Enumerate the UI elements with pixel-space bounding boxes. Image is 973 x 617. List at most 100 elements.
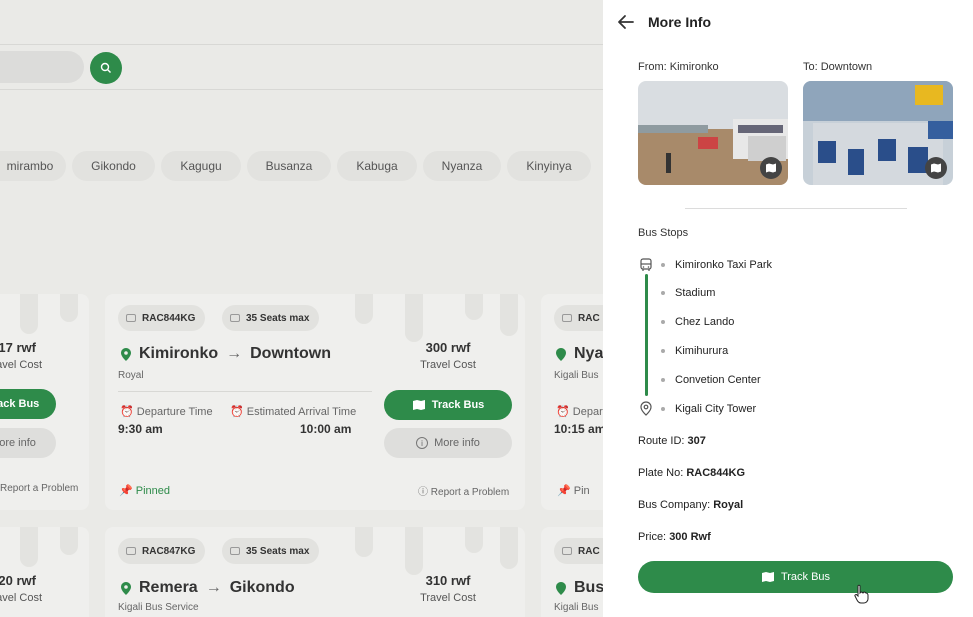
plate-badge: RAC844KG [118, 305, 206, 331]
map-icon [761, 572, 774, 582]
more-info-label: More info [434, 437, 480, 449]
bus-company: Royal [118, 370, 144, 381]
route-from: Bus [574, 579, 605, 596]
more-info-panel: More Info From: Kimironko To: Downtown B… [603, 0, 973, 617]
search-icon [100, 62, 111, 73]
location-pin-icon [556, 347, 566, 361]
more-info-label: More info [0, 437, 36, 449]
track-bus-button[interactable]: Track Bus [0, 389, 56, 419]
location-pin-icon [640, 401, 652, 416]
hand-cursor-icon [854, 584, 869, 604]
more-info-button[interactable]: i More info [384, 428, 512, 458]
bus-stops-label: Bus Stops [638, 227, 689, 239]
chip-location[interactable]: Nyanza [423, 151, 501, 181]
bus-stop-item: Chez Lando [675, 316, 735, 328]
search-input[interactable] [0, 51, 84, 83]
bus-company: Kigali Bus Service [118, 602, 199, 613]
route-title: Nya [556, 345, 603, 363]
card-price-label: avel Cost [0, 359, 42, 371]
bus-stop-item: Convetion Center [675, 374, 761, 386]
route-from: Remera [139, 579, 198, 596]
plate-text: RAC [578, 545, 600, 557]
arrival-time: 10:00 am [300, 422, 352, 436]
top-bar [0, 0, 603, 45]
card-price-label: Travel Cost [420, 359, 476, 371]
search-button[interactable] [90, 52, 122, 84]
bus-icon [562, 547, 572, 555]
route-to: Downtown [250, 345, 331, 362]
back-arrow-icon[interactable] [617, 13, 635, 31]
plate-text: RAC847KG [142, 545, 196, 557]
arrow-right-icon: → [226, 345, 243, 362]
bus-stop-item: Kimihurura [675, 345, 729, 357]
more-info-button[interactable]: More info [0, 428, 56, 458]
bus-stop-item: Kigali City Tower [675, 403, 757, 415]
route-card: 20 rwf avel Cost [0, 527, 89, 617]
track-bus-button[interactable]: Track Bus [384, 390, 512, 420]
seat-icon [230, 314, 240, 322]
card-price: 310 rwf [425, 573, 471, 588]
plate-text: RAC844KG [142, 312, 196, 324]
report-problem-link[interactable]: Report a Problem [0, 483, 78, 494]
location-pin-icon [121, 347, 131, 361]
pin-toggle[interactable]: 📌 Pin [557, 484, 590, 497]
card-price: 17 rwf [0, 340, 36, 355]
track-bus-label: Track Bus [431, 399, 485, 411]
bus-stop-item: Kimironko Taxi Park [675, 259, 772, 271]
bus-company: Kigali Bus [554, 602, 599, 613]
from-photo [638, 81, 788, 185]
price-info: Price: 300 Rwf [638, 531, 711, 543]
chip-location[interactable]: mirambo [0, 151, 66, 181]
plate-number: Plate No: RAC844KG [638, 467, 745, 479]
track-bus-label: Track Bus [0, 398, 40, 410]
chip-location[interactable]: Kabuga [337, 151, 417, 181]
map-icon [412, 400, 425, 410]
bus-company: Kigali Bus [554, 370, 599, 381]
route-card: RAC844KG 35 Seats max Kimironko → Downto… [105, 294, 525, 510]
route-card: RAC847KG 35 Seats max Remera → Gikondo K… [105, 527, 525, 617]
route-to: Gikondo [229, 579, 295, 596]
seats-text: 35 Seats max [246, 312, 310, 324]
card-price: 20 rwf [0, 573, 36, 588]
chip-location[interactable]: Gikondo [72, 151, 155, 181]
bus-company-info: Bus Company: Royal [638, 499, 744, 511]
chip-location[interactable]: Kagugu [161, 151, 241, 181]
departure-label: ⏰ Departure Time [120, 406, 213, 418]
report-problem-link[interactable]: ⓘ Report a Problem [418, 483, 509, 498]
route-title: Remera → Gikondo [121, 579, 295, 597]
pinned-toggle[interactable]: 📌 Pinned [119, 484, 170, 497]
chip-location[interactable]: Busanza [247, 151, 331, 181]
to-photo [803, 81, 953, 185]
map-icon[interactable] [925, 157, 947, 179]
info-icon: i [416, 437, 429, 449]
plate-text: RAC [578, 312, 600, 324]
route-id: Route ID: 307 [638, 435, 706, 447]
bus-icon [126, 547, 136, 555]
departure-time: 9:30 am [118, 422, 163, 436]
track-bus-button[interactable]: Track Bus [638, 561, 953, 593]
departure-label: ⏰ Depar [556, 406, 603, 418]
seats-text: 35 Seats max [246, 545, 310, 557]
departure-time: 10:15 am [554, 422, 606, 436]
route-from: Nya [574, 345, 604, 362]
map-icon[interactable] [760, 157, 782, 179]
location-pin-icon [121, 581, 131, 595]
bus-icon [640, 258, 652, 271]
seats-badge: 35 Seats max [222, 538, 320, 564]
panel-title: More Info [648, 14, 711, 30]
route-line [645, 274, 648, 396]
route-card: 17 rwf avel Cost Track Bus More info Rep… [0, 294, 89, 510]
route-from: Kimironko [139, 345, 219, 362]
arrow-right-icon: → [205, 579, 222, 596]
bus-icon [562, 314, 572, 322]
route-title: Bus [556, 579, 604, 597]
seats-badge: 35 Seats max [222, 305, 320, 331]
seat-icon [230, 547, 240, 555]
track-bus-label: Track Bus [780, 571, 831, 583]
bus-icon [126, 314, 136, 322]
from-label: From: Kimironko [638, 61, 719, 73]
card-price-label: avel Cost [0, 592, 42, 604]
chip-location[interactable]: Kinyinya [507, 151, 591, 181]
bus-stop-item: Stadium [675, 287, 716, 299]
plate-badge: RAC847KG [118, 538, 206, 564]
